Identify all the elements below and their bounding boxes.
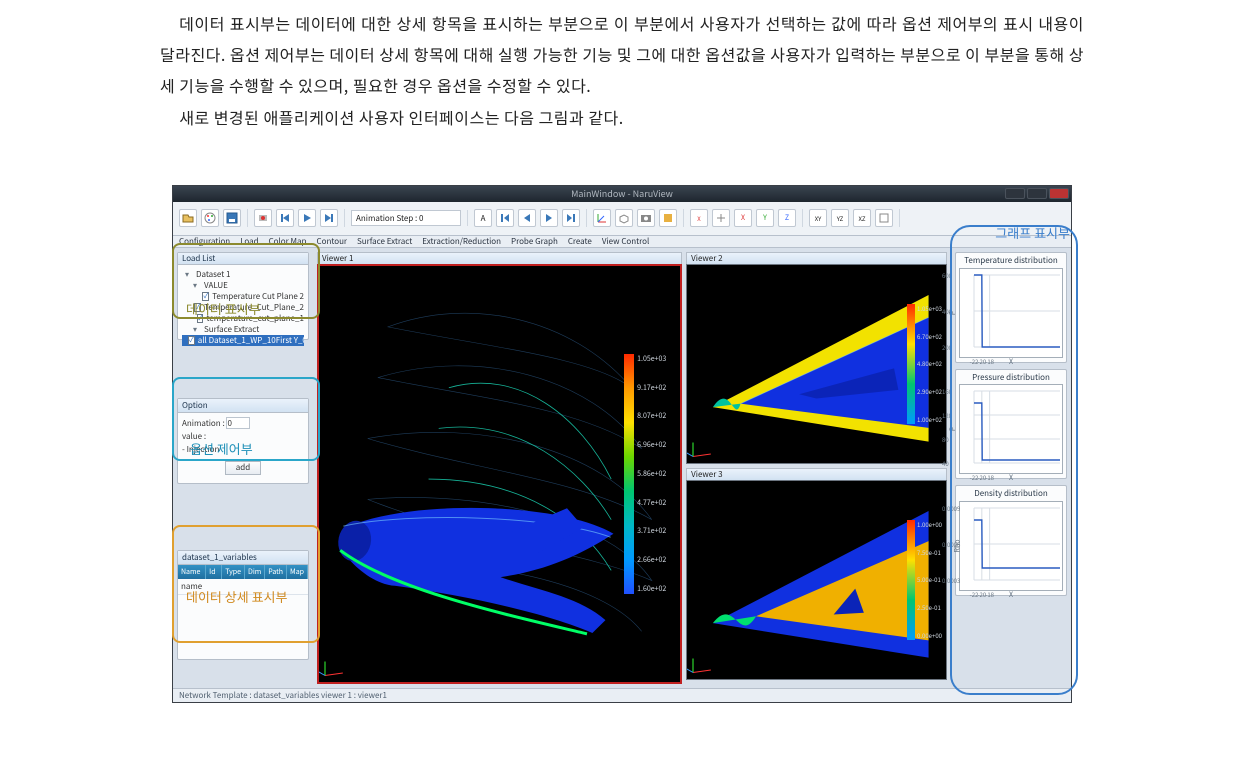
- ribbon-tab[interactable]: View Control: [602, 236, 649, 247]
- color-legend-ticks: 1.05e+039.17e+028.07e+026.96e+025.86e+02…: [637, 354, 666, 594]
- text-icon[interactable]: A: [474, 209, 492, 227]
- seek-start-icon[interactable]: [496, 209, 514, 227]
- ribbon-tab[interactable]: Load: [240, 236, 258, 247]
- tree-row[interactable]: ▾VALUE: [182, 280, 304, 291]
- fit-icon[interactable]: [875, 209, 893, 227]
- chart-title: Pressure distribution: [972, 374, 1050, 383]
- viewport-main[interactable]: 1.05e+039.17e+028.07e+026.96e+025.86e+02…: [317, 264, 682, 684]
- titlebar: MainWindow - NaruView: [173, 186, 1071, 202]
- close-button[interactable]: [1049, 188, 1069, 199]
- seek-end-icon[interactable]: [562, 209, 580, 227]
- viewport-top-title: Viewer 2: [686, 252, 947, 264]
- ribbon-tab-strip: Configuration Load Color Map Contour Sur…: [173, 236, 1071, 248]
- minimize-button[interactable]: [1005, 188, 1025, 199]
- next-icon[interactable]: [540, 209, 558, 227]
- body-paragraph-1: 데이터 표시부는 데이터에 대한 상세 항목을 표시하는 부분으로 이 부분에서…: [160, 8, 1084, 102]
- chart-title: Density distribution: [974, 490, 1048, 499]
- z-view-icon[interactable]: Z: [778, 209, 796, 227]
- figure: MainWindow - NaruView Animation Step: [172, 185, 1072, 703]
- annotation-graph-display-label: 그래프 표시부: [995, 223, 1070, 242]
- variables-columns: Name Id Type Dim Path Map: [178, 565, 308, 579]
- xyz-icon[interactable]: X: [690, 209, 708, 227]
- annotation-data-detail-label: 데이터 상세 표시부: [186, 589, 288, 605]
- axis-triad-icon: [693, 431, 719, 457]
- chart-title: Temperature distribution: [964, 257, 1058, 266]
- pipeline-title: Load List: [182, 253, 215, 264]
- add-button[interactable]: add: [225, 461, 261, 475]
- palette-icon[interactable]: [201, 209, 219, 227]
- iso-icon[interactable]: [615, 209, 633, 227]
- option-title: Option: [182, 400, 208, 411]
- viewport-top[interactable]: 1.05e+036.70e+024.80e+022.90e+021.00e+02: [686, 264, 947, 464]
- ribbon-tab[interactable]: Configuration: [179, 236, 230, 247]
- tree-row[interactable]: ▾Surface Extract: [182, 324, 304, 335]
- color-legend-bar: [907, 520, 915, 640]
- tree-row[interactable]: ✓all Dataset_1_WP_10First Y_0: [182, 335, 304, 346]
- animation-spinner[interactable]: 0: [226, 417, 250, 429]
- cut-icon[interactable]: [712, 209, 730, 227]
- tree-row[interactable]: ▾Dataset 1: [182, 269, 304, 280]
- save-icon[interactable]: [223, 209, 241, 227]
- app-window: MainWindow - NaruView Animation Step: [172, 185, 1072, 703]
- ribbon-toolbar: Animation Step : 0 A X X Y Z: [173, 202, 1071, 236]
- viewport-bottom-title: Viewer 3: [686, 468, 947, 480]
- ribbon-tab[interactable]: Create: [568, 236, 592, 247]
- y-view-icon[interactable]: Y: [756, 209, 774, 227]
- axis-icon[interactable]: [593, 209, 611, 227]
- ribbon-tab[interactable]: Extraction/Reduction: [422, 236, 501, 247]
- color-legend-ticks: 1.00e+007.50e-015.00e-012.50e-010.00e+00: [917, 520, 942, 640]
- axis-triad-icon: [325, 650, 351, 676]
- xz-view-icon[interactable]: XZ: [853, 209, 871, 227]
- statusbar: Network Template : dataset_variables vie…: [173, 688, 1071, 702]
- variables-title: dataset_1_variables: [182, 552, 257, 563]
- open-icon[interactable]: [179, 209, 197, 227]
- window-title: MainWindow - NaruView: [179, 187, 1065, 200]
- play-begin-icon[interactable]: [276, 209, 294, 227]
- color-legend-bar: [624, 354, 634, 594]
- color-legend-bar: [907, 304, 915, 424]
- chart-density: Density distribution Rho X 0.00030.00060…: [955, 485, 1067, 596]
- viewport-main-title: Viewer 1: [317, 252, 682, 264]
- x-view-icon[interactable]: X: [734, 209, 752, 227]
- play-icon[interactable]: [298, 209, 316, 227]
- animation-step-field[interactable]: Animation Step : 0: [351, 210, 461, 226]
- maximize-button[interactable]: [1027, 188, 1047, 199]
- ribbon-tab[interactable]: Probe Graph: [511, 236, 558, 247]
- snapshot-icon[interactable]: [637, 209, 655, 227]
- viewport-bottom[interactable]: 1.00e+007.50e-015.00e-012.50e-010.00e+00: [686, 480, 947, 680]
- shade-icon[interactable]: [659, 209, 677, 227]
- yz-view-icon[interactable]: YZ: [831, 209, 849, 227]
- ribbon-tab[interactable]: Contour: [317, 236, 348, 247]
- axis-triad-icon: [693, 647, 719, 673]
- animation-label: Animation :: [182, 418, 225, 429]
- ribbon-tab[interactable]: Surface Extract: [357, 236, 412, 247]
- body-paragraph-2: 새로 변경된 애플리케이션 사용자 인터페이스는 다음 그림과 같다.: [160, 102, 1084, 133]
- color-legend-ticks: 1.05e+036.70e+024.80e+022.90e+021.00e+02: [917, 304, 942, 424]
- chart-temperature: Temperature distribution P X 200400600-2…: [955, 252, 1067, 363]
- annotation-data-display-label: 데이터 표시부: [186, 299, 261, 318]
- record-icon[interactable]: [254, 209, 272, 227]
- pipeline-panel: Load List ▾Dataset 1▾VALUE✓Temperature C…: [177, 252, 309, 340]
- play-end-icon[interactable]: [320, 209, 338, 227]
- chart-pressure: Pressure distribution P X 4080120160-22-…: [955, 369, 1067, 480]
- ribbon-tab[interactable]: Color Map: [269, 236, 307, 247]
- annotation-option-control-label: 옵션 제어부: [190, 439, 253, 458]
- xy-view-icon[interactable]: XY: [809, 209, 827, 227]
- prev-icon[interactable]: [518, 209, 536, 227]
